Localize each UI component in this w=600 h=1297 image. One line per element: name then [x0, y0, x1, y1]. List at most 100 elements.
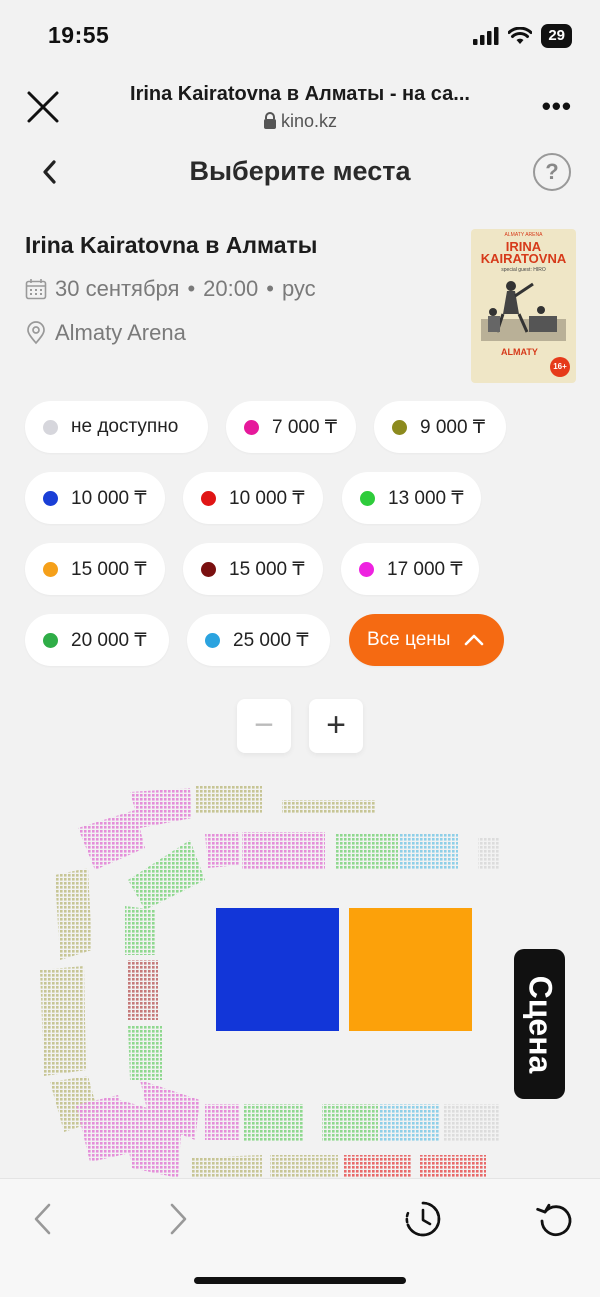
price-chip-7000[interactable]: 7 000 ₸ — [226, 401, 356, 453]
price-label: 25 000 ₸ — [233, 629, 309, 651]
price-color-dot — [43, 561, 58, 577]
seat-section[interactable] — [420, 1155, 486, 1178]
seat-section[interactable] — [192, 1155, 262, 1178]
price-chip-20000[interactable]: 20 000 ₸ — [25, 614, 169, 666]
seat-section[interactable] — [205, 1104, 240, 1140]
stage-label: Сцена — [514, 949, 565, 1099]
fan-zone-orange[interactable] — [349, 908, 472, 1031]
seat-section[interactable] — [322, 1104, 378, 1142]
price-chip-10000-blue[interactable]: 10 000 ₸ — [25, 472, 165, 524]
poster-city: ALMATY — [501, 347, 538, 357]
price-chip-10000-red[interactable]: 10 000 ₸ — [183, 472, 323, 524]
zoom-in-button[interactable]: + — [309, 699, 363, 753]
fan-zone-blue[interactable] — [216, 908, 339, 1031]
event-date-line: 30 сентября • 20:00 • рус — [25, 276, 316, 302]
all-prices-button[interactable]: Все цены — [349, 614, 504, 666]
price-label: 15 000 ₸ — [71, 558, 147, 580]
stage-label-text: Сцена — [522, 975, 559, 1073]
seat-section[interactable] — [130, 788, 192, 828]
seat-section[interactable] — [444, 1104, 500, 1142]
price-label: 7 000 ₸ — [272, 416, 337, 438]
seat-section[interactable] — [270, 1155, 338, 1178]
page-title: Выберите места — [189, 156, 411, 186]
more-options-button[interactable]: ••• — [542, 93, 572, 119]
price-color-dot — [201, 561, 216, 577]
seat-section[interactable] — [78, 810, 145, 870]
seat-section[interactable] — [205, 832, 240, 868]
price-label: 17 000 ₸ — [387, 558, 463, 580]
meta-separator: • — [266, 276, 274, 301]
browser-page-title: Irina Kairatovna в Алматы - на са... — [130, 83, 470, 105]
poster-artist: IRINA KAIRATOVNA — [480, 239, 567, 266]
status-icons: 29 — [473, 24, 572, 48]
price-chip-unavailable[interactable]: не доступно — [25, 401, 208, 453]
seat-section[interactable] — [125, 906, 156, 955]
status-time: 19:55 — [48, 22, 110, 48]
status-bar: 19:55 29 — [0, 0, 600, 70]
event-language: рус — [281, 276, 316, 301]
location-pin-icon — [27, 321, 45, 345]
seat-section[interactable] — [244, 1104, 304, 1142]
price-label: 20 000 ₸ — [71, 629, 147, 651]
signal-icon — [473, 27, 499, 45]
poster-age-badge: 16+ — [550, 357, 570, 377]
browser-url: kino.kz — [0, 111, 600, 132]
wifi-icon — [508, 27, 533, 44]
event-time: 20:00 — [203, 276, 259, 301]
seat-section[interactable] — [282, 800, 375, 814]
seat-section[interactable] — [55, 868, 92, 960]
seat-map[interactable] — [0, 770, 600, 1178]
price-color-dot — [201, 490, 216, 506]
price-chip-17000[interactable]: 17 000 ₸ — [341, 543, 479, 595]
price-chip-15000-orange[interactable]: 15 000 ₸ — [25, 543, 165, 595]
price-color-dot — [392, 419, 407, 435]
event-title: Irina Kairatovna в Алматы — [25, 232, 318, 258]
browser-back-icon[interactable] — [24, 1199, 64, 1239]
price-chip-13000[interactable]: 13 000 ₸ — [342, 472, 481, 524]
meta-separator: • — [187, 276, 196, 301]
price-color-dot — [43, 632, 58, 648]
lock-icon — [263, 112, 276, 129]
event-poster[interactable]: ALMATY ARENA IRINA KAIRATOVNA special gu… — [471, 229, 576, 383]
event-venue-line: Almaty Arena — [25, 320, 186, 346]
poster-guest: special guest: HIRO — [501, 267, 546, 273]
price-chip-15000-maroon[interactable]: 15 000 ₸ — [183, 543, 323, 595]
price-label: 10 000 ₸ — [229, 487, 305, 509]
price-chip-9000[interactable]: 9 000 ₸ — [374, 401, 506, 453]
price-color-dot — [43, 490, 58, 506]
url-text: kino.kz — [280, 111, 338, 131]
price-color-dot — [244, 419, 259, 435]
seat-section[interactable] — [128, 1025, 162, 1080]
poster-brand: ALMATY ARENA — [504, 232, 543, 238]
zoom-out-button[interactable]: − — [237, 699, 291, 753]
seat-section[interactable] — [195, 786, 262, 814]
chevron-up-icon — [465, 634, 484, 646]
seat-section[interactable] — [336, 834, 398, 870]
price-chip-25000[interactable]: 25 000 ₸ — [187, 614, 330, 666]
seat-section[interactable] — [40, 966, 86, 1076]
reload-icon[interactable] — [536, 1199, 576, 1239]
page-header: Выберите места ? — [0, 140, 600, 210]
seat-section[interactable] — [400, 834, 458, 870]
seat-section[interactable] — [380, 1104, 440, 1142]
browser-forward-icon[interactable] — [157, 1199, 197, 1239]
seat-section[interactable] — [242, 832, 325, 870]
history-clock-icon[interactable] — [403, 1199, 443, 1239]
help-button[interactable]: ? — [533, 153, 571, 191]
seat-section[interactable] — [127, 960, 158, 1020]
price-label: не доступно — [71, 416, 179, 437]
price-color-dot — [205, 632, 220, 648]
price-color-dot — [43, 419, 58, 435]
event-venue: Almaty Arena — [55, 320, 186, 345]
event-date: 30 сентября — [55, 276, 180, 301]
seat-map-canvas[interactable] — [0, 770, 600, 1178]
price-color-dot — [359, 561, 374, 577]
all-prices-label: Все цены — [367, 629, 451, 650]
seat-section[interactable] — [128, 840, 205, 910]
seat-section[interactable] — [478, 838, 500, 870]
seat-section[interactable] — [344, 1155, 412, 1178]
browser-bar: Irina Kairatovna в Алматы - на са... kin… — [0, 70, 600, 140]
price-label: 15 000 ₸ — [229, 558, 305, 580]
home-indicator — [194, 1277, 406, 1284]
calendar-icon — [25, 279, 47, 300]
